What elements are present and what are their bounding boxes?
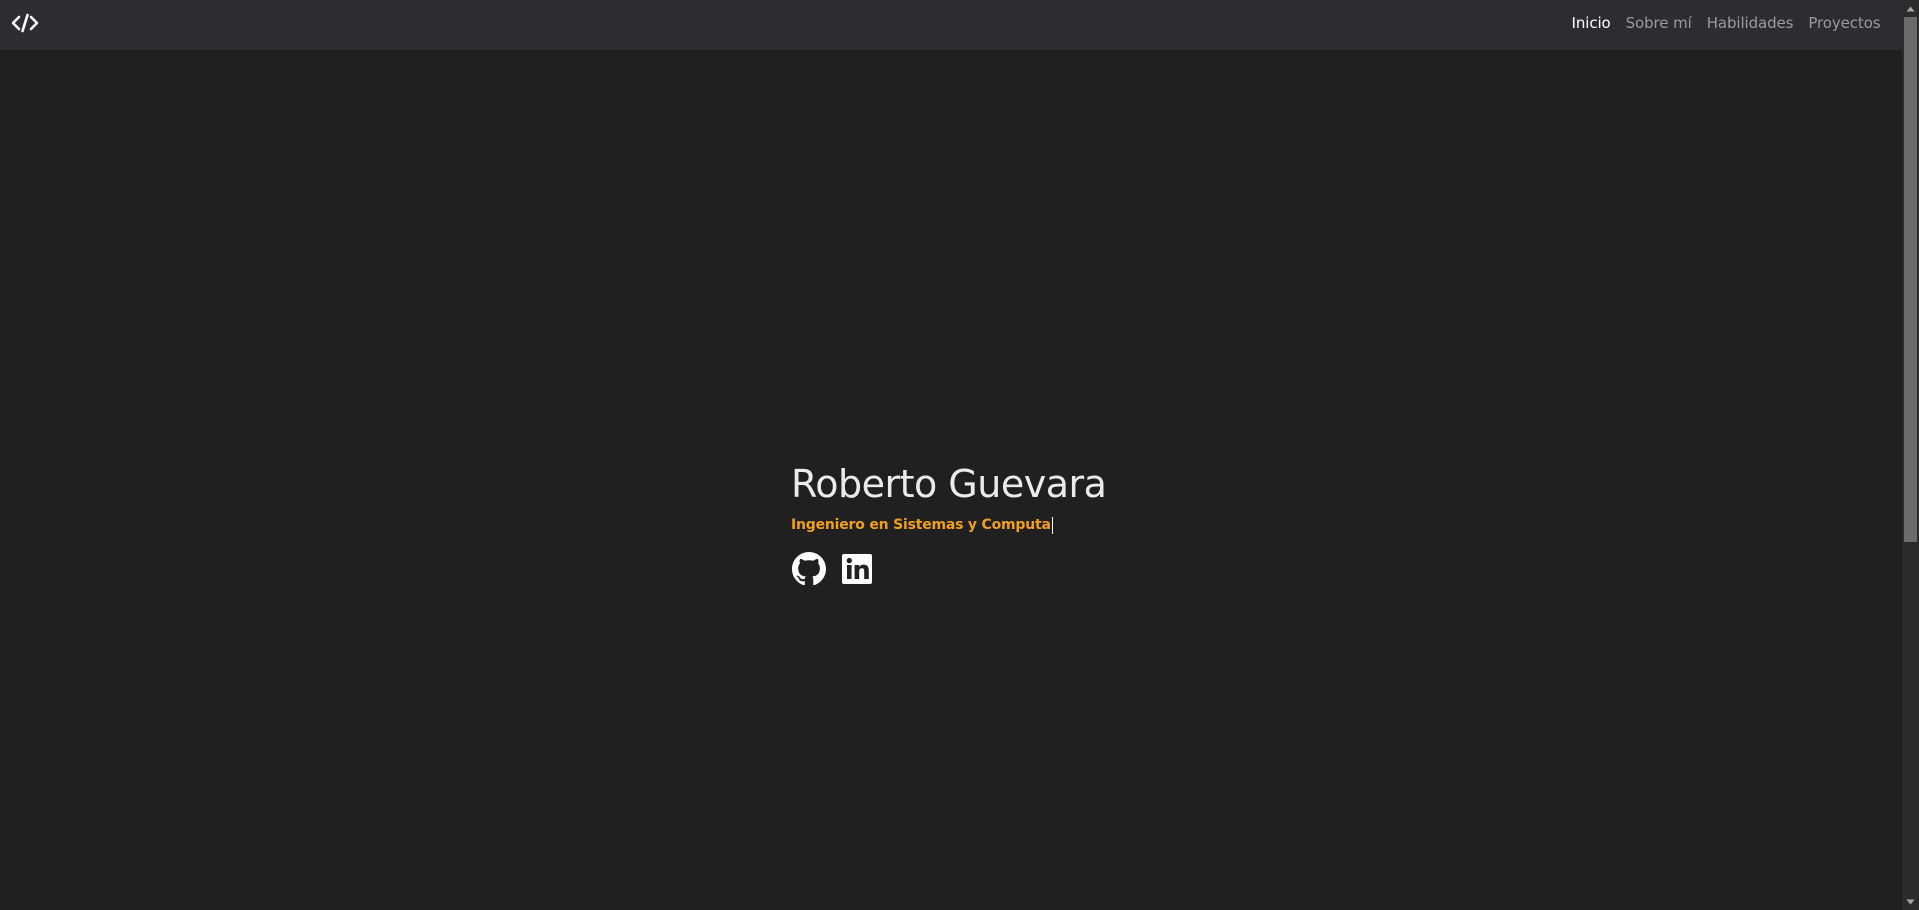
hero-subtitle-wrapper: Ingeniero en Sistemas y Computa	[791, 515, 1106, 535]
code-icon	[11, 13, 39, 33]
nav-link-proyectos[interactable]: Proyectos	[1801, 14, 1888, 32]
brand-logo[interactable]	[10, 11, 40, 35]
linkedin-icon	[841, 553, 872, 584]
social-links	[791, 551, 1106, 586]
typing-cursor	[1051, 516, 1053, 534]
scroll-down-arrow-icon[interactable]	[1902, 893, 1919, 910]
hero-section: Roberto Guevara Ingeniero en Sistemas y …	[791, 456, 1107, 586]
nav-link-habilidades[interactable]: Habilidades	[1699, 14, 1801, 32]
scroll-up-arrow-icon[interactable]	[1902, 0, 1919, 17]
nav-link-inicio[interactable]: Inicio	[1564, 14, 1618, 32]
nav-link-sobre-mi[interactable]: Sobre mí	[1618, 14, 1699, 32]
navbar: Inicio Sobre mí Habilidades Proyectos	[0, 0, 1902, 50]
nav-links: Inicio Sobre mí Habilidades Proyectos	[1564, 0, 1888, 45]
scrollbar-thumb[interactable]	[1904, 17, 1917, 542]
github-icon	[791, 551, 826, 585]
page: Inicio Sobre mí Habilidades Proyectos Ro…	[0, 0, 1919, 910]
github-link[interactable]	[791, 551, 826, 586]
vertical-scrollbar[interactable]	[1902, 0, 1919, 910]
hero-name: Roberto Guevara	[791, 462, 1107, 506]
hero-subtitle: Ingeniero en Sistemas y Computa	[791, 517, 1051, 533]
linkedin-link[interactable]	[839, 551, 874, 586]
